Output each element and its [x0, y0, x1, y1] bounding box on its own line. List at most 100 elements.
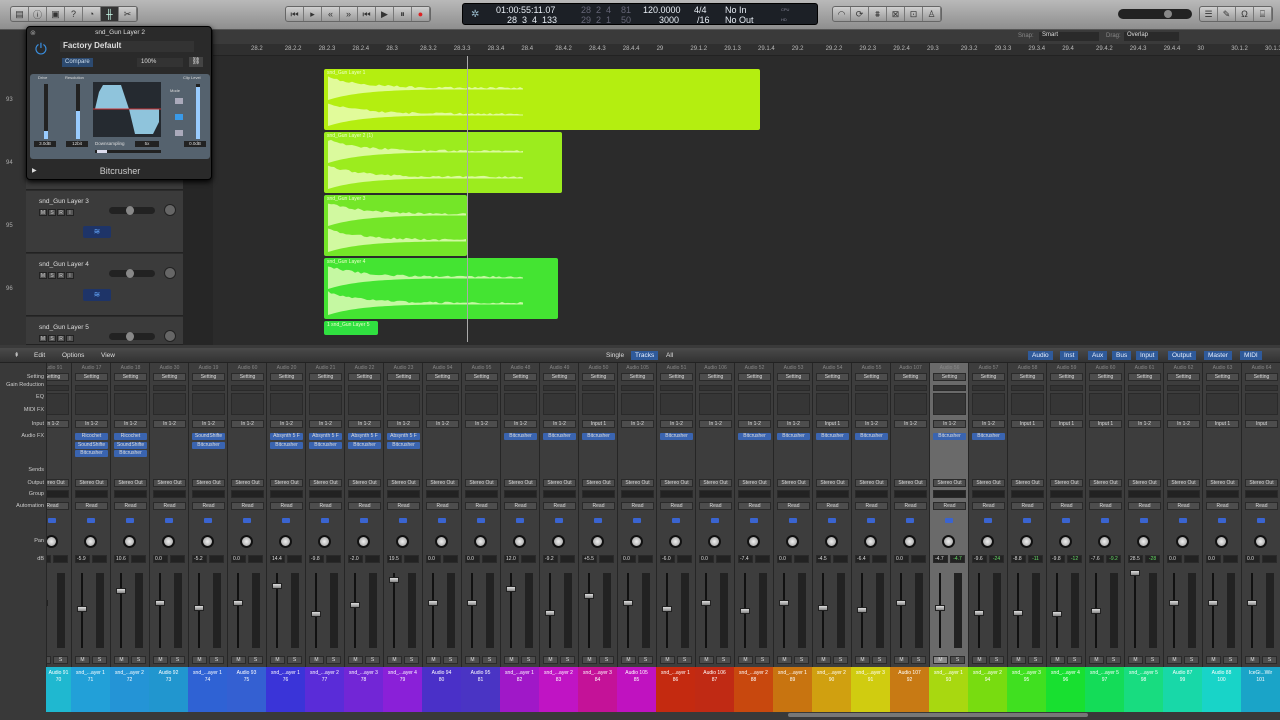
record-button[interactable]: R [57, 272, 65, 279]
output-slot[interactable]: Stereo Out [816, 479, 849, 487]
mute-button[interactable]: M [39, 335, 47, 342]
mode-1-button[interactable] [175, 98, 183, 104]
mute-icon[interactable]: ⊡ [905, 7, 923, 21]
volume-fader[interactable] [428, 600, 438, 606]
volume-value[interactable]: 0.0 [777, 555, 792, 563]
setting-button[interactable]: Setting [1206, 373, 1239, 381]
solo-button[interactable]: S [989, 656, 1004, 664]
power-icon[interactable]: ⏻ [35, 41, 47, 58]
channel-strip[interactable]: Audio 20 Setting In 1-2 Absynth 5 F Bitcrush… [266, 363, 305, 667]
channel-strip[interactable]: Audio 62 Setting In 1-2 Stereo Out Read 0.0 M S [1163, 363, 1202, 667]
pan-knob[interactable] [981, 535, 994, 548]
mute-button[interactable]: M [387, 656, 402, 664]
drag-select[interactable]: Overlap [1124, 32, 1179, 41]
mode-2-button[interactable] [175, 114, 183, 120]
eq-display[interactable] [816, 393, 849, 415]
group-slot[interactable] [1011, 490, 1044, 498]
automation-mode[interactable]: Read [972, 502, 1005, 510]
input-slot[interactable]: In 1-2 [738, 420, 771, 428]
group-slot[interactable] [894, 490, 927, 498]
volume-fader[interactable] [896, 600, 906, 606]
group-slot[interactable] [426, 490, 459, 498]
group-slot[interactable] [621, 490, 654, 498]
channel-strip[interactable]: Audio 60 Setting In 1-2 Stereo Out Read 0.0 M S [227, 363, 266, 667]
automation-mode[interactable]: Read [153, 502, 186, 510]
channel-name-cell[interactable]: snd_...ayer 4 79 [383, 667, 422, 712]
solo-button[interactable]: S [755, 656, 770, 664]
group-slot[interactable] [1206, 490, 1239, 498]
mixer-icon[interactable]: ╫ [101, 7, 119, 21]
play-icon[interactable]: ▶ [376, 7, 394, 21]
audio-fx-slot[interactable]: Bitcrusher [660, 433, 693, 440]
setting-button[interactable]: Setting [348, 373, 381, 381]
input-slot[interactable]: In 1-2 [660, 420, 693, 428]
solo-button[interactable]: S [209, 656, 224, 664]
editor-icon[interactable]: ▣ [47, 7, 65, 21]
automation-mode[interactable]: Read [309, 502, 342, 510]
channel-strip[interactable]: Audio 52 Setting In 1-2 Bitcrusher Stereo Ou… [734, 363, 773, 667]
eq-display[interactable] [270, 393, 303, 415]
eq-display[interactable] [46, 393, 69, 415]
channel-name-cell[interactable]: snd_...ayer 1 93 [929, 667, 968, 712]
channel-name-cell[interactable]: snd_...ayer 2 88 [734, 667, 773, 712]
info-icon[interactable]: ⓘ [29, 7, 47, 21]
group-slot[interactable] [738, 490, 771, 498]
solo-button[interactable]: S [287, 656, 302, 664]
mute-button[interactable]: M [738, 656, 753, 664]
eq-display[interactable] [972, 393, 1005, 415]
setting-button[interactable]: Setting [582, 373, 615, 381]
setting-button[interactable]: Setting [1011, 373, 1044, 381]
setting-button[interactable]: Setting [738, 373, 771, 381]
output-slot[interactable]: Stereo Out [1011, 479, 1044, 487]
channel-strip[interactable]: Audio 55 Setting In 1-2 Bitcrusher Stereo Ou… [851, 363, 890, 667]
setting-button[interactable]: Setting [153, 373, 186, 381]
mute-button[interactable]: M [1128, 656, 1143, 664]
rewind-icon[interactable]: « [322, 7, 340, 21]
pan-knob[interactable] [357, 535, 370, 548]
group-slot[interactable] [46, 490, 69, 498]
volume-fader[interactable] [194, 605, 204, 611]
volume-value[interactable]: 0.0 [153, 555, 168, 563]
group-slot[interactable] [270, 490, 303, 498]
eq-display[interactable] [75, 393, 108, 415]
output-slot[interactable]: Stereo Out [933, 479, 966, 487]
link-icon[interactable]: ⛓ [189, 57, 203, 67]
automation-mode[interactable]: Read [1167, 502, 1200, 510]
volume-value[interactable]: -2.0 [348, 555, 363, 563]
volume-value[interactable]: -6.0 [660, 555, 675, 563]
channel-strip[interactable]: Audio 49 Setting In 1-2 Bitcrusher Stereo Ou… [539, 363, 578, 667]
setting-button[interactable]: Setting [465, 373, 498, 381]
mute-button[interactable]: M [660, 656, 675, 664]
volume-fader[interactable] [662, 606, 672, 612]
library-icon[interactable]: ▤ [11, 7, 29, 21]
input-slot[interactable]: In 1-2 [621, 420, 654, 428]
volume-value[interactable]: +5.5 [582, 555, 597, 563]
pan-knob[interactable] [747, 535, 760, 548]
setting-button[interactable]: Setting [114, 373, 147, 381]
editors-scissors-icon[interactable]: ✂ [119, 7, 137, 21]
browser-icon[interactable]: ⌸ [1254, 7, 1272, 21]
channel-name-cell[interactable]: snd_...ayer 1 74 [188, 667, 227, 712]
input-slot[interactable]: In 1-2 [543, 420, 576, 428]
output-slot[interactable]: Stereo Out [621, 479, 654, 487]
list-editors-icon[interactable]: ☰ [1200, 7, 1218, 21]
view-tracks[interactable]: Tracks [631, 351, 658, 360]
mute-button[interactable]: M [1245, 656, 1260, 664]
automation-mode[interactable]: Read [46, 502, 69, 510]
mute-button[interactable]: M [1167, 656, 1182, 664]
solo-button[interactable]: S [482, 656, 497, 664]
channel-strip[interactable]: Audio 59 Setting Input 1 Stereo Out Read -9.8… [1046, 363, 1085, 667]
pan-knob[interactable] [162, 535, 175, 548]
count-in-icon[interactable]: ♙ [923, 7, 941, 21]
volume-slider[interactable] [109, 270, 155, 277]
audio-fx-slot[interactable]: Ricochet [75, 433, 108, 440]
volume-value[interactable]: -7.4 [738, 555, 753, 563]
input-slot[interactable]: In 1-2 [504, 420, 537, 428]
ruler[interactable]: 28.2 28.2.2 28.2.3 28.2.4 28.3 28.3.2 28.3.3 28… [213, 44, 1280, 56]
filter-input[interactable]: Input [1136, 351, 1158, 360]
output-slot[interactable]: Stereo Out [660, 479, 693, 487]
eq-display[interactable] [933, 393, 966, 415]
group-slot[interactable] [153, 490, 186, 498]
channel-strip[interactable]: Audio 19 Setting In 1-2 SoundShifte Bitcrush… [188, 363, 227, 667]
options-menu[interactable]: Options [58, 351, 88, 360]
